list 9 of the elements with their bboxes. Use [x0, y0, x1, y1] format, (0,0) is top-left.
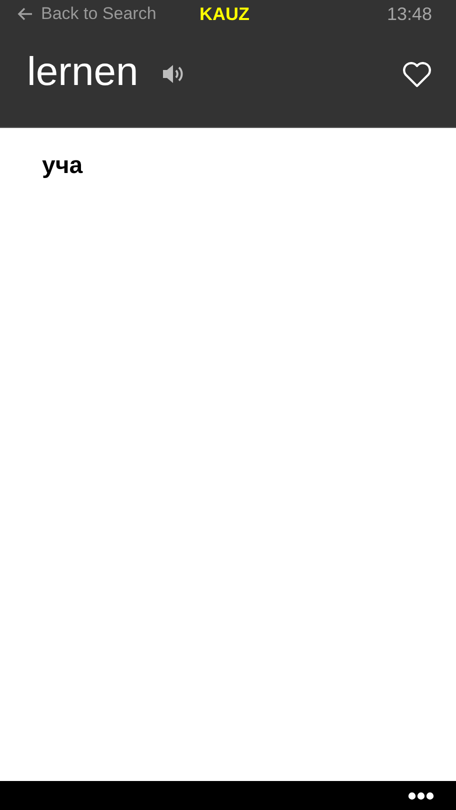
speaker-icon[interactable] — [162, 64, 186, 84]
word-title: lernen — [27, 49, 138, 96]
heart-icon[interactable] — [402, 62, 432, 88]
clock-time: 13:48 — [386, 4, 432, 24]
back-link[interactable]: Back to Search — [41, 4, 156, 24]
app-name: KAUZ — [200, 4, 250, 24]
translation-text: уча — [42, 152, 83, 180]
more-icon[interactable] — [408, 792, 434, 800]
back-arrow-icon[interactable] — [17, 7, 33, 21]
